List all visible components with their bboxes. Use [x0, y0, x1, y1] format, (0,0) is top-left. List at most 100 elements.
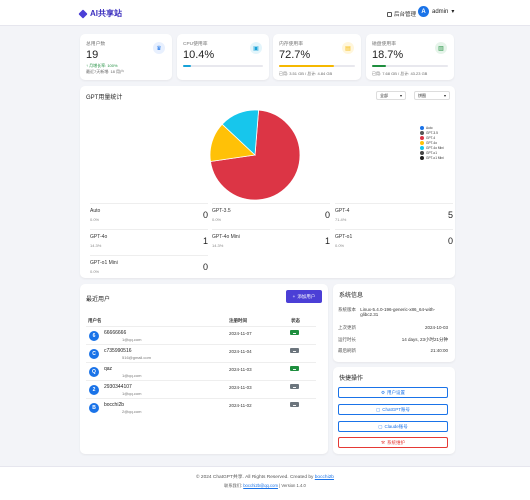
stat-label: 内存使用率: [279, 42, 303, 47]
memory-usage: 已用: 3.51 GB / 总计: 4.84 GB: [279, 71, 333, 76]
user-settings-button[interactable]: ⚙ 用户设置: [338, 387, 448, 398]
info-row-updated: 上次更新 2024-10-03: [338, 325, 448, 331]
legend-label: GPT-4o: [426, 140, 437, 145]
users-icon: ♛: [153, 42, 165, 54]
stat-value: 19: [86, 49, 99, 61]
add-user-button[interactable]: + 添加用户: [286, 290, 322, 303]
system-info-title: 系统信息: [339, 293, 364, 299]
memory-progress-fill: [279, 65, 335, 67]
table-row[interactable]: Bbocchi2b 2@qq.com 2024-11-02 ▬: [86, 398, 316, 416]
column-registered: 注册时间: [229, 318, 247, 323]
chart-type-select[interactable]: 饼图 ▾: [414, 91, 450, 100]
brand-logo-icon: [78, 8, 88, 19]
chatgpt-account-button[interactable]: ▢ ChatGPT账号: [338, 404, 448, 415]
avatar: B: [89, 403, 99, 413]
range-select[interactable]: 全部 ▾: [376, 91, 406, 100]
chevron-down-icon: ▾: [443, 93, 446, 98]
model-percent: 14.3%: [212, 243, 224, 248]
legend-label: GPT-o1: [426, 150, 437, 155]
top-navbar: AI共享站 后台管理 A admin ▾: [0, 0, 530, 26]
stat-value: 18.7%: [372, 49, 404, 61]
legend-label: GPT-3.5: [426, 130, 438, 135]
stat-card-disk: 磁盘使用率 18.7% ▥ 已用: 7.68 GB / 总计: 43.23 GB: [366, 34, 454, 80]
model-name: GPT-o1: [335, 234, 353, 240]
user-name: 2930344107: [104, 384, 132, 390]
table-row[interactable]: 6 66666666 1@qq.com 2024-11-07 ▬: [86, 326, 316, 344]
status-badge: ▬: [290, 348, 299, 353]
legend-label: Auto: [426, 125, 433, 130]
admin-panel-link[interactable]: 后台管理: [387, 10, 416, 18]
version-text: Version 1.4.0: [281, 483, 306, 488]
stat-label: 磁盘使用率: [372, 42, 396, 47]
registered-date: 2024-11-07: [229, 331, 252, 336]
model-name: GPT-4o: [90, 234, 108, 240]
info-value: 21:40:00: [430, 348, 448, 353]
model-percent: 0.0%: [212, 217, 222, 222]
info-label: 最后刷新: [338, 348, 356, 353]
cpu-progress-fill: [183, 65, 192, 67]
stat-card-cpu: CPU使用率 10.4% ▣: [177, 34, 269, 80]
claude-account-button[interactable]: ▢ Claude账号: [338, 421, 448, 432]
status-badge: ▬: [290, 366, 299, 371]
model-stat-card: GPT-3.5 0.0% 0: [212, 203, 330, 227]
registered-date: 2024-11-03: [229, 367, 252, 372]
contact-email-link[interactable]: bocchi2b@qq.com: [243, 483, 278, 488]
model-stat-card: GPT-o1 0.0% 0: [335, 229, 453, 253]
legend-label: GPT-4: [426, 135, 436, 140]
disk-progress-bar: [372, 65, 448, 67]
admin-panel-label: 后台管理: [394, 12, 417, 18]
contact-label: 联系我们:: [224, 483, 243, 488]
model-percent: 0.0%: [90, 269, 100, 274]
legend-swatch: [420, 155, 424, 160]
legend-swatch: [420, 140, 424, 145]
button-label: 用户设置: [387, 389, 406, 395]
model-count: 0: [202, 262, 208, 272]
info-row-version: 系统版本 Linux-5.4.0-196-generic-x86_64-with…: [338, 307, 448, 317]
info-label: 系统版本: [338, 307, 356, 312]
creator-link[interactable]: bocchi2b: [315, 475, 334, 480]
user-menu[interactable]: A admin ▾: [418, 6, 454, 17]
model-stat-card: Auto 0.0% 0: [90, 203, 208, 227]
recent-users-title: 最近用户: [86, 297, 111, 303]
status-badge: ▬: [290, 402, 299, 407]
model-count: 0: [447, 236, 453, 246]
column-status: 状态: [291, 318, 300, 323]
legend-swatch: [420, 150, 424, 155]
user-name: qaz: [104, 366, 113, 372]
footer-copyright: © 2024 ChatGPT共享. All Rights Reserved. C…: [0, 473, 530, 480]
disk-icon: ▥: [435, 42, 447, 54]
legend-label: GPT-4o Mini: [426, 145, 444, 150]
brand[interactable]: AI共享站: [78, 8, 122, 19]
stat-card-memory: 内存使用率 72.7% ▤ 已用: 3.51 GB / 总计: 4.84 GB: [273, 34, 361, 80]
user-name: 66666666: [104, 330, 127, 336]
legend-item[interactable]: GPT-4o Mini: [420, 145, 444, 150]
stat-value: 10.4%: [183, 49, 215, 61]
avatar: C: [89, 349, 99, 359]
legend-item[interactable]: GPT-o1 Mini: [420, 155, 444, 160]
avatar: Q: [89, 367, 99, 377]
chevron-down-icon: ▾: [399, 93, 402, 98]
system-maintenance-button[interactable]: ⚒ 系统维护: [338, 437, 448, 448]
table-row[interactable]: 2 2930344107 1@qq.com 2024-11-03 ▬: [86, 380, 316, 398]
model-name: GPT-4o Mini: [212, 234, 240, 240]
new-users: 最近7天新增: 18 用户: [86, 69, 125, 74]
user-email: 1@qq.com: [122, 373, 142, 378]
chat-icon: ▢: [378, 423, 383, 429]
info-value: 14 days, 23小时21分钟: [401, 337, 448, 342]
legend-label: GPT-o1 Mini: [426, 155, 444, 160]
info-value: 2024-10-03: [424, 325, 448, 330]
model-name: GPT-o1 Mini: [90, 260, 118, 266]
button-label: ChatGPT账号: [382, 406, 411, 412]
registered-date: 2024-11-04: [229, 349, 252, 354]
range-select-value: 全部: [380, 92, 388, 98]
disk-progress-fill: [372, 65, 387, 67]
registered-date: 2024-11-03: [229, 385, 252, 390]
user-email: 1@qq.com: [122, 391, 142, 396]
user-email: 516@gmail.com: [122, 355, 151, 360]
table-row[interactable]: Qqaz 1@qq.com 2024-11-03 ▬: [86, 362, 316, 380]
model-stat-card: GPT-4o 14.3% 1: [90, 229, 208, 253]
user-email: 1@qq.com: [122, 337, 142, 342]
legend-swatch: [420, 125, 424, 130]
stat-label: 总用户数: [86, 42, 106, 47]
table-row[interactable]: Cc735990516 516@gmail.com 2024-11-04 ▬: [86, 344, 316, 362]
